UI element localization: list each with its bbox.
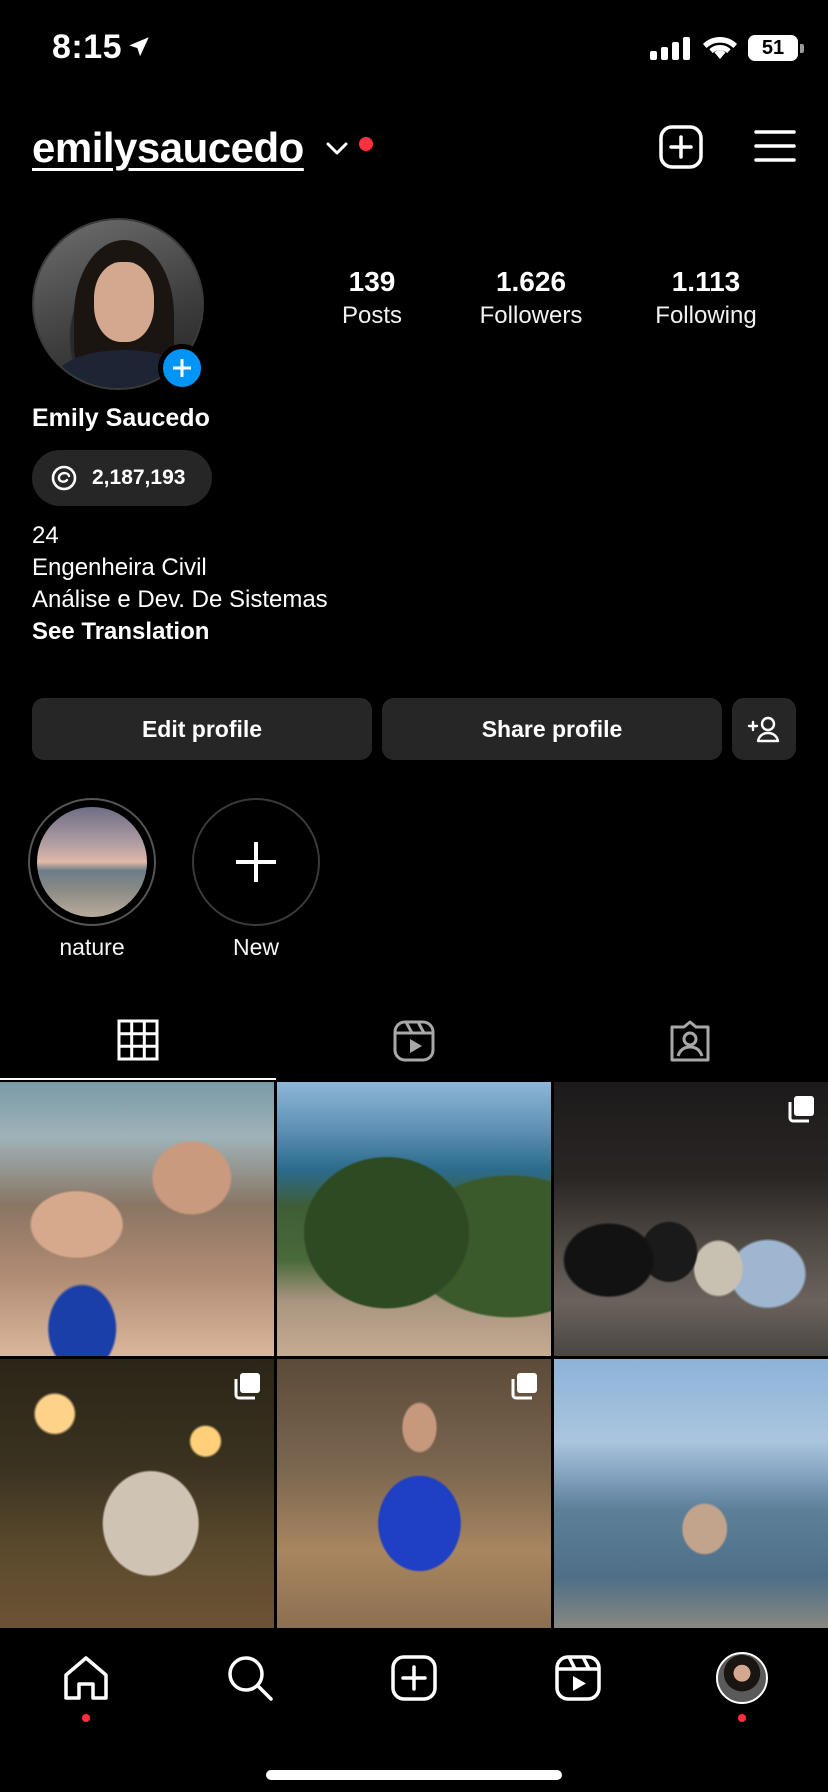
create-post-icon[interactable] (658, 124, 704, 170)
see-translation-link[interactable]: See Translation (32, 616, 328, 648)
notification-dot (359, 137, 373, 151)
threads-count: 2,187,193 (92, 466, 186, 489)
post-thumbnail[interactable] (277, 1359, 551, 1633)
share-profile-button[interactable]: Share profile (382, 698, 722, 760)
post-thumbnail[interactable] (277, 1082, 551, 1356)
stat-followers[interactable]: 1.626 Followers (450, 266, 612, 330)
threads-icon (51, 465, 77, 491)
threads-badge[interactable]: 2,187,193 (32, 450, 212, 506)
post-thumbnail[interactable] (554, 1082, 828, 1356)
home-notification-dot (82, 1714, 90, 1722)
stat-posts[interactable]: 139 Posts (300, 266, 444, 330)
bio-line: 24 (32, 522, 59, 549)
create-icon (391, 1655, 437, 1701)
bio-line: Análise e Dev. De Sistemas (32, 586, 328, 613)
highlight-cover (37, 807, 147, 917)
highlight-label: nature (59, 934, 125, 960)
multiple-posts-icon (788, 1096, 814, 1123)
bottom-navigation (0, 1628, 828, 1792)
nav-reels[interactable] (550, 1650, 606, 1706)
search-icon (228, 1656, 273, 1701)
profile-stats: 139 Posts 1.626 Followers 1.113 Followin… (300, 266, 800, 336)
discover-people-button[interactable] (732, 698, 796, 760)
stat-following-label: Following (655, 302, 757, 329)
nav-home[interactable] (58, 1650, 114, 1706)
menu-icon[interactable] (754, 126, 796, 166)
battery-indicator: 51 (748, 35, 798, 61)
post-thumbnail[interactable] (0, 1359, 274, 1633)
new-highlight-button[interactable]: New (192, 798, 320, 961)
post-thumbnail[interactable] (554, 1359, 828, 1633)
tab-posts[interactable] (0, 1002, 276, 1080)
highlight-ring (28, 798, 156, 926)
tagged-icon (670, 1020, 710, 1062)
location-arrow-icon (129, 37, 149, 57)
status-bar: 8:15 51 (0, 0, 828, 100)
add-person-icon (747, 716, 780, 743)
reels-icon (555, 1655, 601, 1701)
status-time: 8:15 (52, 28, 123, 66)
multiple-posts-icon (511, 1373, 537, 1400)
wifi-icon (703, 37, 737, 59)
edit-profile-button[interactable]: Edit profile (32, 698, 372, 760)
tab-tagged[interactable] (552, 1002, 828, 1080)
stat-followers-label: Followers (479, 302, 583, 329)
tab-reels[interactable] (276, 1002, 552, 1080)
profile-tabs (0, 1002, 828, 1080)
multiple-posts-icon (234, 1373, 260, 1400)
stat-following-number: 1.113 (671, 266, 741, 297)
nav-profile[interactable] (714, 1650, 770, 1706)
bio: 24 Engenheira Civil Análise e Dev. De Si… (32, 520, 328, 648)
stat-followers-number: 1.626 (495, 266, 567, 297)
stat-following[interactable]: 1.113 Following (630, 266, 782, 330)
battery-cap (800, 44, 804, 53)
cellular-signal-icon (650, 36, 690, 60)
profile-avatar-icon (716, 1652, 768, 1704)
posts-grid (0, 1082, 828, 1633)
add-story-plus-icon[interactable] (158, 344, 206, 392)
plus-icon (192, 798, 320, 926)
home-icon (64, 1656, 108, 1700)
nav-create[interactable] (386, 1650, 442, 1706)
profile-header: emilysaucedo (32, 116, 796, 176)
full-name: Emily Saucedo (32, 404, 210, 432)
username-switcher[interactable]: emilysaucedo (32, 124, 304, 172)
highlight-label: New (232, 934, 279, 960)
reels-icon (393, 1020, 435, 1062)
stat-posts-label: Posts (341, 302, 403, 329)
grid-icon (117, 1019, 159, 1061)
home-indicator[interactable] (266, 1770, 562, 1780)
stat-posts-number: 139 (348, 266, 396, 297)
bio-line: Engenheira Civil (32, 554, 207, 581)
nav-search[interactable] (222, 1650, 278, 1706)
highlight-nature[interactable]: nature (28, 798, 156, 961)
post-thumbnail[interactable] (0, 1082, 274, 1356)
profile-notification-dot (738, 1714, 746, 1722)
chevron-down-icon[interactable] (325, 138, 349, 158)
